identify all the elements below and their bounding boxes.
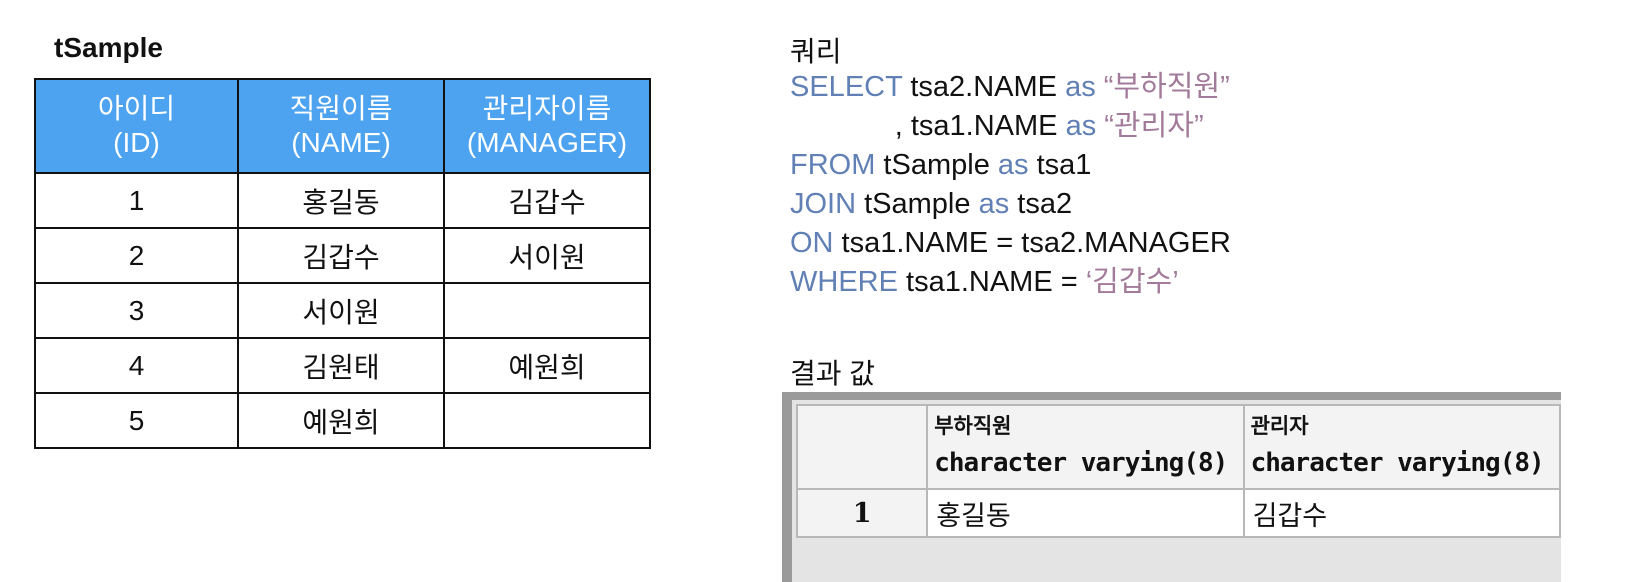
sql-line-join: JOIN tSample as tsa2 — [790, 185, 1231, 224]
cell-name: 예원희 — [237, 392, 445, 449]
sql-keyword: as — [1065, 110, 1097, 142]
sql-text: tsa2 — [1009, 188, 1073, 220]
header-name-line1: 직원이름 — [289, 93, 393, 124]
header-id-line2: (ID) — [113, 127, 160, 158]
cell-name: 김원태 — [237, 337, 445, 394]
result-column-type: character varying(8) — [1250, 448, 1545, 478]
cell-id: 2 — [34, 227, 239, 284]
table-row: 4 김원태 예원희 — [34, 337, 651, 394]
result-row[interactable]: 1 홍길동 김갑수 — [795, 488, 1562, 538]
cell-id: 1 — [34, 172, 239, 229]
result-label: 결과 값 — [790, 358, 876, 389]
sql-text: tsa1 — [1028, 149, 1092, 181]
sample-table: 아이디 (ID) 직원이름 (NAME) 관리자이름 (MANAGER) 1 홍… — [34, 78, 651, 449]
sql-line-from: FROM tSample as tsa1 — [790, 146, 1231, 185]
cell-manager: 서이원 — [443, 227, 651, 284]
header-id-line1: 아이디 — [97, 93, 176, 124]
query-label: 쿼리 — [790, 36, 842, 67]
cell-name: 홍길동 — [237, 172, 445, 229]
sql-string: ‘김갑수’ — [1085, 266, 1179, 298]
sample-table-header-row: 아이디 (ID) 직원이름 (NAME) 관리자이름 (MANAGER) — [34, 78, 651, 174]
sql-keyword: WHERE — [790, 266, 898, 298]
sql-string: “부하직원” — [1095, 71, 1230, 103]
table-row: 5 예원희 — [34, 392, 651, 449]
header-name: 직원이름 (NAME) — [237, 78, 445, 174]
sql-text: tsa2.NAME — [902, 71, 1066, 103]
result-row-number[interactable]: 1 — [795, 488, 929, 538]
result-grid: 부하직원 character varying(8) 관리자 character … — [782, 392, 1562, 582]
cell-id: 5 — [34, 392, 239, 449]
sql-keyword: ON — [790, 227, 834, 259]
sql-keyword: as — [1065, 71, 1096, 103]
table-row: 1 홍길동 김갑수 — [34, 172, 651, 229]
table-row: 3 서이원 — [34, 282, 651, 339]
sql-text: tSample — [875, 149, 998, 181]
sql-line-on: ON tsa1.NAME = tsa2.MANAGER — [790, 224, 1231, 263]
cell-manager — [443, 282, 651, 339]
sql-string: “관리자” — [1096, 110, 1204, 142]
header-manager: 관리자이름 (MANAGER) — [443, 78, 651, 174]
sql-keyword: SELECT — [790, 71, 903, 103]
result-column-header[interactable]: 관리자 character varying(8) — [1242, 404, 1562, 490]
sql-line-select-2: , tsa1.NAME as “관리자” — [790, 107, 1231, 146]
header-manager-line1: 관리자이름 — [482, 93, 612, 124]
sql-line-select: SELECT tsa2.NAME as “부하직원” — [790, 68, 1231, 107]
sql-query: SELECT tsa2.NAME as “부하직원” , tsa1.NAME a… — [790, 68, 1231, 302]
sql-indent — [790, 110, 895, 142]
table-row: 2 김갑수 서이원 — [34, 227, 651, 284]
sample-table-title: tSample — [54, 32, 163, 63]
sql-keyword: FROM — [790, 149, 876, 181]
sql-keyword: as — [978, 188, 1010, 220]
header-manager-line2: (MANAGER) — [466, 127, 628, 158]
cell-id: 4 — [34, 337, 239, 394]
result-column-type: character varying(8) — [934, 448, 1228, 478]
cell-name: 김갑수 — [237, 227, 445, 284]
result-table: 부하직원 character varying(8) 관리자 character … — [795, 404, 1562, 538]
header-name-line2: (NAME) — [291, 127, 391, 158]
sql-text: tsa1.NAME = — [897, 266, 1086, 298]
result-cell[interactable]: 김갑수 — [1242, 488, 1562, 538]
result-cell[interactable]: 홍길동 — [926, 488, 1245, 538]
sql-keyword: JOIN — [790, 188, 857, 220]
sql-line-where: WHERE tsa1.NAME = ‘김갑수’ — [790, 263, 1231, 302]
cell-name: 서이원 — [237, 282, 445, 339]
result-column-header[interactable]: 부하직원 character varying(8) — [926, 404, 1245, 490]
cell-manager — [443, 392, 651, 449]
cell-manager: 김갑수 — [443, 172, 651, 229]
sql-text: tsa1.NAME = tsa2.MANAGER — [833, 227, 1231, 259]
result-column-name: 관리자 — [1250, 414, 1309, 438]
header-id: 아이디 (ID) — [34, 78, 239, 174]
cell-manager: 예원희 — [443, 337, 651, 394]
result-column-name: 부하직원 — [934, 414, 1012, 438]
result-header-row: 부하직원 character varying(8) 관리자 character … — [795, 404, 1562, 490]
sql-text: , tsa1.NAME — [894, 110, 1066, 142]
cell-id: 3 — [34, 282, 239, 339]
sql-keyword: as — [997, 149, 1029, 181]
result-corner-cell[interactable] — [795, 404, 929, 490]
sql-text: tSample — [856, 188, 979, 220]
